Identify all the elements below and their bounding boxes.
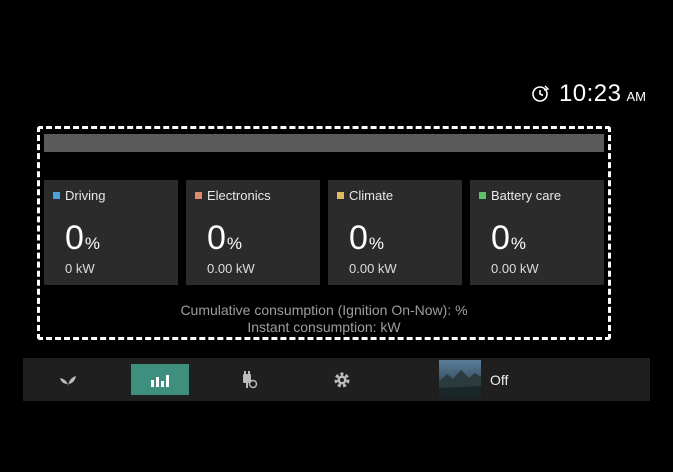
eco-leaf-icon — [60, 375, 76, 387]
legend-swatch — [479, 192, 486, 199]
card-battery-care[interactable]: Battery care 0% 0.00 kW — [470, 180, 604, 285]
card-electronics[interactable]: Electronics 0% 0.00 kW — [186, 180, 320, 285]
ev-charge-plug-icon — [243, 370, 258, 388]
charging-button[interactable] — [220, 364, 278, 395]
card-power: 0.00 kW — [207, 261, 255, 276]
card-percent: 0% — [207, 219, 243, 257]
card-driving[interactable]: Driving 0% 0 kW — [44, 180, 178, 285]
cumulative-consumption: Cumulative consumption (Ignition On-Now)… — [180, 302, 468, 318]
legend-swatch — [337, 192, 344, 199]
eco-button[interactable] — [39, 364, 97, 395]
clock-ampm: AM — [626, 89, 647, 104]
consumption-summary: Cumulative consumption (Ignition On-Now)… — [40, 302, 608, 336]
media-thumbnail — [439, 360, 481, 399]
clock-time: 10:23 — [558, 80, 622, 107]
gear-icon — [334, 372, 350, 387]
status-clock: 10:23 AM — [531, 80, 646, 108]
consumption-cards: Driving 0% 0 kW Electronics 0% 0.00 kW C… — [44, 180, 604, 285]
card-power: 0.00 kW — [491, 261, 539, 276]
card-climate[interactable]: Climate 0% 0.00 kW — [328, 180, 462, 285]
card-power: 0 kW — [65, 261, 95, 276]
card-header: Driving — [53, 188, 178, 203]
energy-info-button[interactable] — [131, 364, 189, 395]
card-percent: 0% — [349, 219, 385, 257]
bottom-nav-bar: Off — [23, 358, 650, 401]
card-label: Battery care — [491, 188, 562, 203]
bar-chart-icon — [151, 374, 169, 387]
instant-consumption: Instant consumption: kW — [247, 319, 401, 335]
clock-sync-icon — [532, 85, 550, 102]
legend-swatch — [53, 192, 60, 199]
settings-button[interactable] — [313, 364, 371, 395]
card-header: Climate — [337, 188, 462, 203]
card-header: Electronics — [195, 188, 320, 203]
panel-top-bar — [44, 134, 604, 152]
energy-consumption-panel: Driving 0% 0 kW Electronics 0% 0.00 kW C… — [37, 126, 611, 340]
media-widget[interactable]: Off — [439, 360, 508, 399]
legend-swatch — [195, 192, 202, 199]
media-status-label: Off — [490, 371, 509, 388]
card-percent: 0% — [491, 219, 527, 257]
card-percent: 0% — [65, 219, 101, 257]
card-label: Climate — [349, 188, 394, 203]
card-label: Electronics — [207, 188, 271, 203]
card-power: 0.00 kW — [349, 261, 397, 276]
card-label: Driving — [65, 188, 106, 203]
card-header: Battery care — [479, 188, 604, 203]
